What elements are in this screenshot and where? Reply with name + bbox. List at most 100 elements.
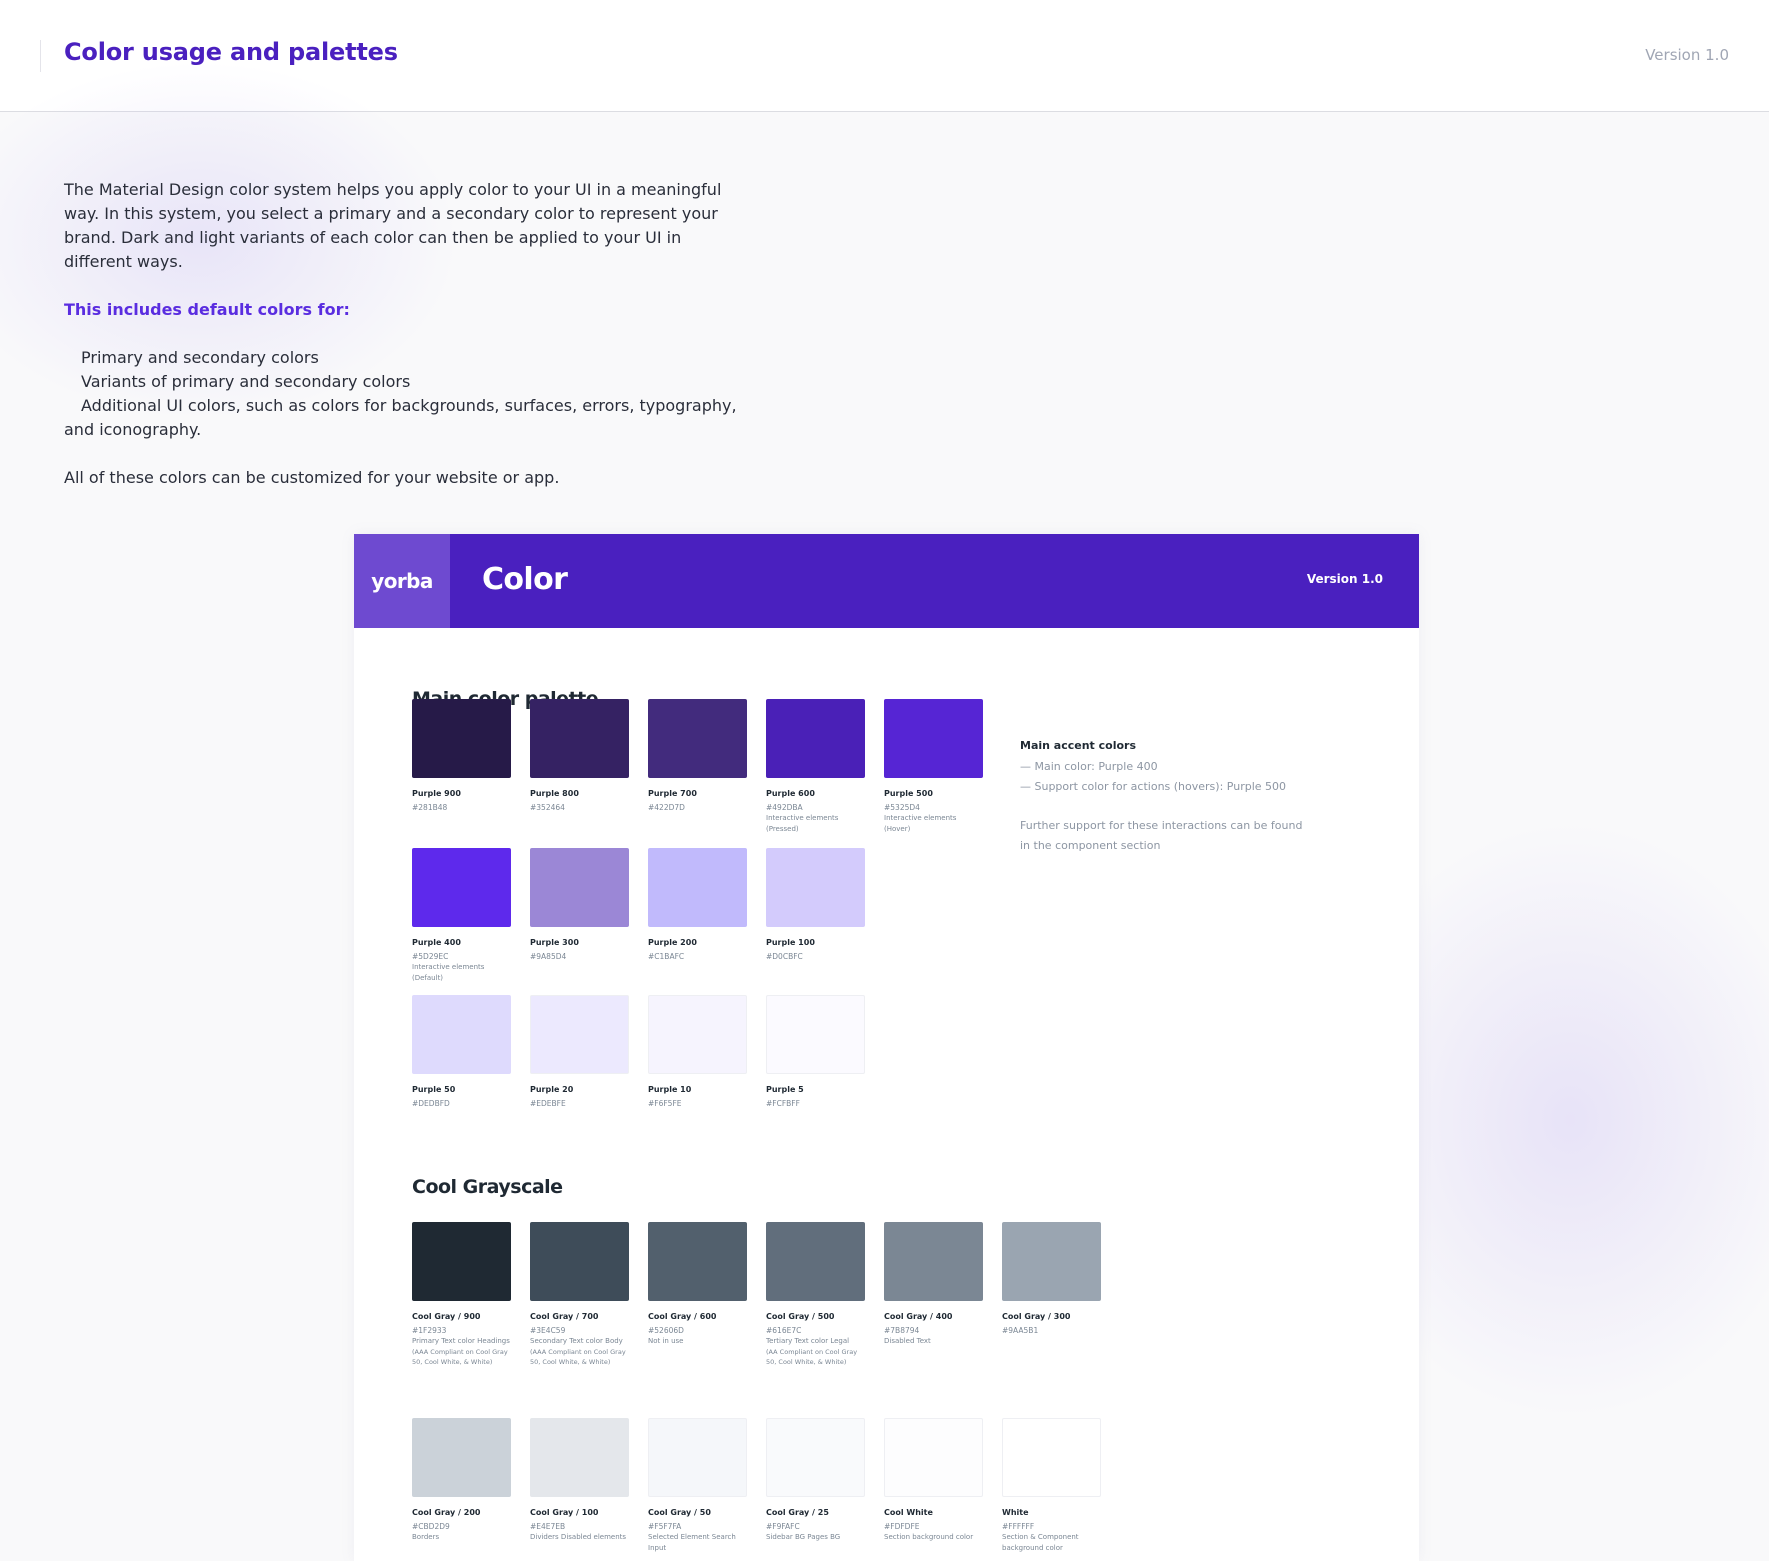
swatch-hex: #F5F7FA — [648, 1522, 682, 1531]
color-chip — [884, 1418, 983, 1497]
swatch-compliance-note: (AA Compliant on Cool Gray 50, Cool Whit… — [766, 1348, 858, 1366]
swatch-note: Primary Text color Headings — [412, 1337, 510, 1345]
swatch-name: Purple 400 — [412, 938, 461, 947]
swatch-hex: #FCFBFF — [766, 1099, 800, 1108]
page-version: Version 1.0 — [1645, 46, 1729, 64]
color-swatch: Purple 400 #5D29EC Interactive elements (D… — [412, 848, 512, 984]
color-chip — [648, 1222, 747, 1301]
swatch-note: Borders — [412, 1533, 440, 1541]
swatch-hex: #52606D — [648, 1326, 684, 1335]
color-swatch: Purple 100 #D0CBFC — [766, 848, 866, 962]
swatch-note: Interactive elements (Default) — [412, 963, 485, 982]
swatch-note: Sidebar BG Pages BG — [766, 1533, 841, 1541]
color-swatch: Cool Gray / 500 #616E7C Tertiary Text colo… — [766, 1222, 866, 1367]
swatch-note: Secondary Text color Body — [530, 1337, 623, 1345]
swatch-hex: #9A85D4 — [530, 952, 567, 961]
color-chip — [530, 848, 629, 927]
card-header: yorba Color Version 1.0 — [354, 534, 1419, 628]
swatch-hex: #F6F5FE — [648, 1099, 682, 1108]
color-swatch: White #FFFFFF Section & Component backgrou… — [1002, 1418, 1102, 1554]
swatch-hex: #492DBA — [766, 803, 803, 812]
swatch-name: Cool Gray / 500 — [766, 1312, 835, 1321]
color-swatch: Cool Gray / 200 #CBD2D9 Borders — [412, 1418, 512, 1543]
swatch-name: Purple 5 — [766, 1085, 804, 1094]
color-chip — [530, 699, 629, 778]
grayscale-title: Cool Grayscale — [412, 1176, 563, 1198]
swatch-hex: #616E7C — [766, 1326, 802, 1335]
color-swatch: Cool Gray / 700 #3E4C59 Secondary Text col… — [530, 1222, 630, 1367]
accent-title: Main accent colors — [1020, 739, 1137, 752]
color-swatch: Cool Gray / 400 #7B8794 Disabled Text — [884, 1222, 984, 1347]
swatch-hex: #5D29EC — [412, 952, 449, 961]
color-swatch: Purple 5 #FCFBFF — [766, 995, 866, 1109]
color-chip — [1002, 1222, 1101, 1301]
color-swatch: Purple 800 #352464 — [530, 699, 630, 813]
swatch-compliance-note: (AAA Compliant on Cool Gray 50, Cool Whi… — [412, 1348, 508, 1366]
accent-footnote: Further support for these interactions c… — [1020, 819, 1303, 852]
color-swatch: Purple 900 #281B48 — [412, 699, 512, 813]
color-chip — [412, 1222, 511, 1301]
color-swatch: Purple 50 #DEDBFD — [412, 995, 512, 1109]
color-chip — [412, 699, 511, 778]
color-chip — [412, 848, 511, 927]
color-swatch: Purple 700 #422D7D — [648, 699, 748, 813]
swatch-name: Purple 10 — [648, 1085, 692, 1094]
color-chip — [884, 1222, 983, 1301]
swatch-name: Cool Gray / 50 — [648, 1508, 711, 1517]
swatch-hex: #9AA5B1 — [1002, 1326, 1039, 1335]
color-chip — [648, 1418, 747, 1497]
intro-bullet: Additional UI colors, such as colors for… — [64, 396, 737, 439]
swatch-hex: #CBD2D9 — [412, 1522, 450, 1531]
swatch-name: Purple 300 — [530, 938, 579, 947]
color-swatch: Purple 600 #492DBA Interactive elements (P… — [766, 699, 866, 835]
color-swatch: Purple 500 #5325D4 Interactive elements (H… — [884, 699, 984, 835]
color-swatch: Cool Gray / 900 #1F2933 Primary Text color… — [412, 1222, 512, 1367]
swatch-name: Purple 800 — [530, 789, 579, 798]
swatch-hex: #281B48 — [412, 803, 448, 812]
color-swatch: Purple 20 #EDEBFE — [530, 995, 630, 1109]
swatch-note: Section background color — [884, 1533, 974, 1541]
swatch-note: Selected Element Search Input — [648, 1533, 736, 1552]
swatch-hex: #3E4C59 — [530, 1326, 566, 1335]
swatch-name: Cool Gray / 25 — [766, 1508, 829, 1517]
color-swatch: Purple 10 #F6F5FE — [648, 995, 748, 1109]
swatch-name: Cool Gray / 100 — [530, 1508, 599, 1517]
swatch-hex: #7B8794 — [884, 1326, 920, 1335]
swatch-note: Disabled Text — [884, 1337, 931, 1345]
color-chip — [648, 995, 747, 1074]
color-swatch: Cool White #FDFDFE Section background colo… — [884, 1418, 984, 1543]
color-chip — [766, 699, 865, 778]
swatch-note: Interactive elements (Pressed) — [766, 814, 839, 833]
color-swatch: Cool Gray / 300 #9AA5B1 — [1002, 1222, 1102, 1336]
swatch-hex: #F9FAFC — [766, 1522, 800, 1531]
swatch-name: Purple 100 — [766, 938, 815, 947]
yorba-logo: yorba — [354, 534, 450, 628]
color-chip — [412, 1418, 511, 1497]
color-chip — [648, 848, 747, 927]
intro-bullet: Primary and secondary colors — [81, 348, 319, 367]
intro-subheading: This includes default colors for: — [64, 300, 350, 319]
swatch-note: Section & Component background color — [1002, 1533, 1079, 1552]
intro-closing: All of these colors can be customized fo… — [64, 468, 560, 487]
swatch-note: Interactive elements (Hover) — [884, 814, 957, 833]
intro-bullet: Variants of primary and secondary colors — [81, 372, 411, 391]
swatch-name: Purple 700 — [648, 789, 697, 798]
swatch-name: White — [1002, 1508, 1029, 1517]
swatch-name: Cool Gray / 300 — [1002, 1312, 1071, 1321]
swatch-name: Cool Gray / 200 — [412, 1508, 481, 1517]
color-swatch: Cool Gray / 100 #E4E7EB Dividers Disabled … — [530, 1418, 630, 1543]
color-chip — [766, 995, 865, 1074]
card-title: Color — [482, 562, 568, 597]
color-chip — [1002, 1418, 1101, 1497]
swatch-hex: #5325D4 — [884, 803, 920, 812]
swatch-hex: #422D7D — [648, 803, 685, 812]
swatch-hex: #DEDBFD — [412, 1099, 450, 1108]
color-chip — [530, 1222, 629, 1301]
swatch-name: Purple 600 — [766, 789, 815, 798]
card-version: Version 1.0 — [1306, 572, 1383, 586]
swatch-hex: #EDEBFE — [530, 1099, 566, 1108]
color-palette-card: yorba Color Version 1.0 Main color palet… — [354, 534, 1419, 1561]
accent-line: — Support color for actions (hovers): Pu… — [1020, 780, 1287, 793]
color-chip — [766, 1418, 865, 1497]
swatch-note: Dividers Disabled elements — [530, 1533, 627, 1541]
